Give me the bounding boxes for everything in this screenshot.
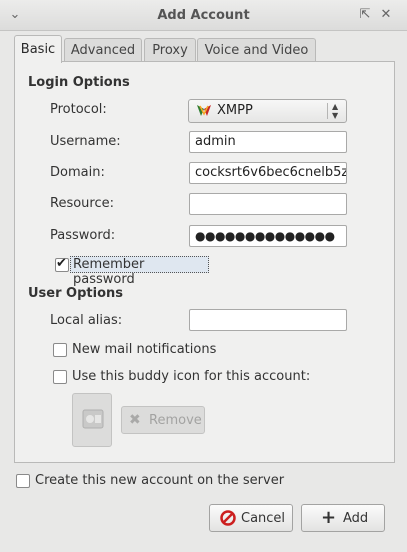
tab-proxy-label: Proxy — [152, 43, 188, 58]
domain-field[interactable]: cocksrt6v6bec6cnelb5z — [189, 162, 347, 184]
create-on-server-checkbox[interactable] — [16, 474, 30, 488]
remember-password-checkbox[interactable]: ✔ — [55, 256, 69, 272]
remember-password-label-box[interactable]: Remember password — [70, 256, 209, 287]
resource-field[interactable] — [189, 193, 347, 215]
combo-separator — [327, 103, 328, 119]
xmpp-protocol-icon — [196, 104, 212, 122]
remove-label: Remove — [149, 413, 202, 428]
remove-button[interactable]: ✖ Remove — [121, 406, 205, 434]
buddy-icon-button[interactable] — [72, 393, 112, 447]
user-options-heading: User Options — [28, 286, 123, 301]
cancel-label: Cancel — [241, 511, 286, 526]
tab-basic[interactable]: Basic — [14, 35, 62, 63]
close-icon[interactable]: ✕ — [377, 6, 395, 24]
checkmark-icon: ✔ — [56, 256, 67, 271]
maximize-icon[interactable]: ⇱ — [356, 6, 374, 24]
new-mail-notifications-checkbox[interactable] — [53, 343, 67, 357]
tab-advanced[interactable]: Advanced — [64, 38, 142, 63]
cancel-button[interactable]: Cancel — [209, 504, 293, 532]
remember-password-label: Remember password — [73, 257, 145, 287]
password-field[interactable]: ●●●●●●●●●●●●●● — [189, 225, 347, 247]
tab-voice-and-video-label: Voice and Video — [204, 43, 309, 58]
password-label: Password: — [50, 228, 116, 243]
create-on-server-label: Create this new account on the server — [35, 473, 285, 488]
username-field[interactable]: admin — [189, 131, 347, 153]
protocol-label: Protocol: — [50, 102, 107, 117]
domain-label: Domain: — [50, 165, 105, 180]
buddy-icon-label: Use this buddy icon for this account: — [72, 369, 311, 384]
local-alias-label: Local alias: — [50, 313, 123, 328]
login-options-heading: Login Options — [28, 75, 130, 90]
protocol-value: XMPP — [217, 103, 253, 118]
resource-label: Resource: — [50, 196, 114, 211]
image-placeholder-icon — [82, 409, 104, 433]
add-label: Add — [343, 511, 369, 526]
protocol-combobox[interactable]: XMPP ▲ ▼ — [188, 99, 347, 123]
title-bar: ⌄ Add Account ⇱ ✕ — [0, 0, 407, 31]
plus-icon: + — [321, 507, 337, 528]
username-label: Username: — [50, 134, 121, 149]
tab-basic-label: Basic — [20, 42, 56, 57]
cancel-icon — [220, 510, 236, 530]
add-button[interactable]: + Add — [301, 504, 385, 532]
buddy-icon-checkbox[interactable] — [53, 370, 67, 384]
remove-icon: ✖ — [129, 412, 141, 428]
local-alias-field[interactable] — [189, 309, 347, 331]
new-mail-notifications-label: New mail notifications — [72, 342, 217, 357]
updown-arrows-icon: ▲ ▼ — [332, 102, 339, 120]
tab-proxy[interactable]: Proxy — [144, 38, 196, 63]
tab-voice-and-video[interactable]: Voice and Video — [197, 38, 316, 63]
tab-advanced-label: Advanced — [70, 43, 136, 58]
window-title: Add Account — [157, 8, 250, 23]
